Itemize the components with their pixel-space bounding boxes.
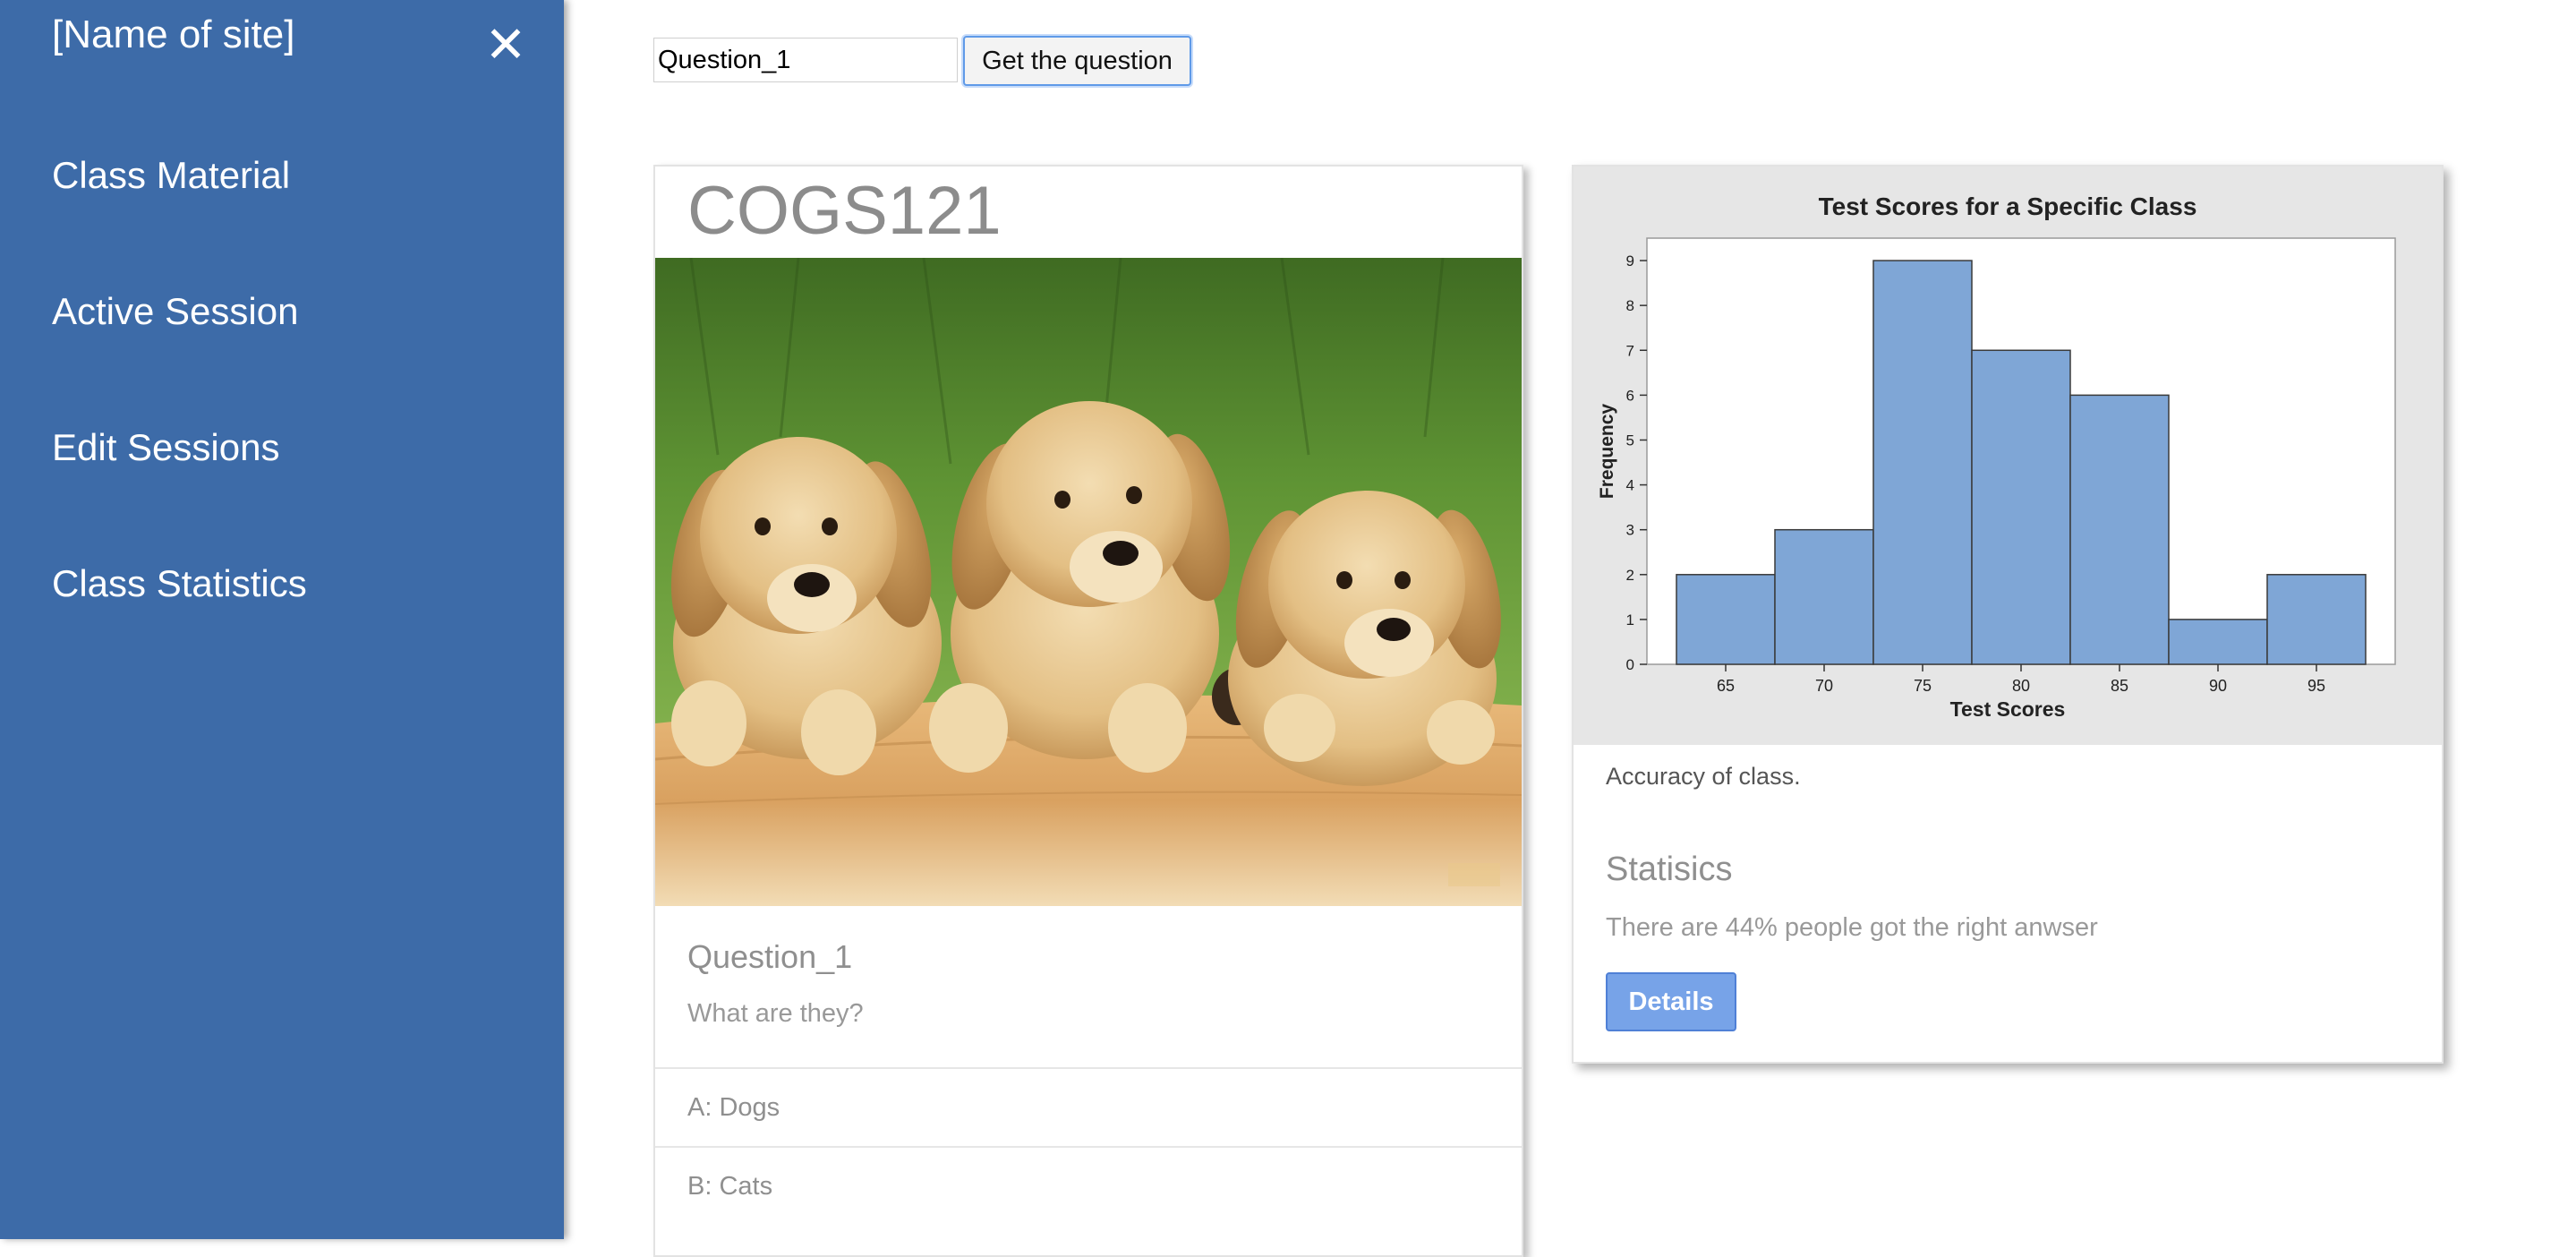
y-tick-label: 5 — [1626, 432, 1634, 449]
get-question-button[interactable]: Get the question — [963, 36, 1191, 86]
y-tick-label: 3 — [1626, 522, 1634, 539]
test-scores-chart: Test Scores for a Specific Class 0 1 2 3 4 5 6… — [1574, 167, 2442, 745]
histogram-bar — [2168, 619, 2268, 665]
question-text: What are they? — [687, 999, 864, 1028]
question-input[interactable] — [653, 38, 958, 82]
sidebar-item-class-material[interactable]: Class Material — [52, 154, 290, 197]
x-tick-label: 85 — [2111, 677, 2128, 695]
y-tick-label: 8 — [1626, 297, 1634, 314]
x-axis-label: Test Scores — [1950, 697, 2066, 721]
x-tick-label: 70 — [1815, 677, 1833, 695]
y-tick-label: 4 — [1626, 477, 1634, 494]
y-tick-label: 0 — [1626, 656, 1634, 673]
statistics-card: Test Scores for a Specific Class 0 1 2 3 4 5 6… — [1572, 165, 2444, 1064]
close-icon[interactable]: ✕ — [483, 18, 528, 72]
option-b[interactable]: B: Cats — [655, 1146, 1522, 1225]
sidebar-item-edit-sessions[interactable]: Edit Sessions — [52, 426, 279, 469]
histogram-bar — [2266, 574, 2367, 665]
question-card: COGS121 Question_1 What are they? A: Dog… — [653, 165, 1523, 1257]
y-tick-label: 2 — [1626, 567, 1634, 584]
sidebar: [Name of site] ✕ Class Material Active S… — [0, 0, 564, 1239]
histogram-bar — [1774, 528, 1874, 665]
statistics-description: There are 44% people got the right anwse… — [1606, 913, 2098, 942]
y-tick-label: 6 — [1626, 387, 1634, 404]
details-button[interactable]: Details — [1606, 972, 1736, 1031]
chart-caption: Accuracy of class. — [1606, 763, 1801, 790]
histogram-bar — [1676, 574, 1776, 665]
x-tick-label: 95 — [2307, 677, 2325, 695]
histogram-bar — [1971, 349, 2071, 665]
puppies-photo-icon — [655, 258, 1522, 906]
site-name[interactable]: [Name of site] — [52, 13, 294, 57]
y-tick-label: 1 — [1626, 611, 1634, 628]
histogram-bar — [1872, 260, 1973, 665]
question-title: Question_1 — [687, 938, 853, 975]
y-tick-label: 7 — [1626, 342, 1634, 359]
sidebar-item-active-session[interactable]: Active Session — [52, 290, 298, 333]
option-a[interactable]: A: Dogs — [655, 1067, 1522, 1146]
x-tick-label: 65 — [1717, 677, 1735, 695]
x-tick-label: 80 — [2012, 677, 2030, 695]
x-tick-label: 75 — [1914, 677, 1932, 695]
sidebar-item-class-statistics[interactable]: Class Statistics — [52, 562, 307, 605]
y-tick-label: 9 — [1626, 252, 1634, 269]
course-title: COGS121 — [687, 173, 1002, 249]
x-tick-label: 90 — [2209, 677, 2227, 695]
chart-title: Test Scores for a Specific Class — [1819, 192, 2197, 220]
histogram-bar — [2069, 394, 2170, 665]
histogram-svg: Test Scores for a Specific Class 0 1 2 3 4 5 6… — [1574, 167, 2442, 745]
y-axis-label: Frequency — [1597, 404, 1617, 500]
statistics-heading: Statisics — [1606, 851, 1733, 888]
